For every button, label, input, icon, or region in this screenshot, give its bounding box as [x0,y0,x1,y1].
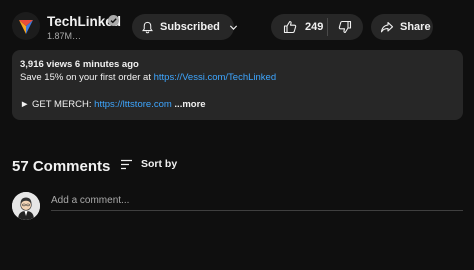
user-avatar [12,192,40,220]
sort-icon [120,159,133,170]
subscribed-label: Subscribed [160,21,220,33]
merch-text: ► GET MERCH: [20,99,95,110]
dislike-button[interactable] [328,20,362,34]
video-stats: 3,916 views 6 minutes ago [20,59,139,70]
description-line-promo: Save 15% on your first order at https://… [20,72,276,83]
channel-avatar[interactable] [12,12,40,40]
show-more-link[interactable]: ...more [174,99,205,110]
thumbs-down-icon [338,20,352,34]
share-label: Share [400,21,431,33]
techlinked-logo-icon [12,12,40,40]
like-button[interactable]: 249 [271,20,327,34]
subscriber-count: 1.87M… [47,31,82,41]
comment-input-underline [51,210,463,211]
sort-by-button[interactable]: Sort by [120,158,177,170]
like-count: 249 [305,21,324,33]
thumbs-up-icon [283,20,297,34]
share-button[interactable]: Share [371,14,433,40]
like-dislike-group: 249 [271,14,363,40]
subscribed-button[interactable]: Subscribed [132,14,237,40]
bell-icon [141,21,154,34]
description-line-merch: ► GET MERCH: https://lttstore.com ...mor… [20,99,206,110]
verified-badge-icon [108,15,119,26]
sort-by-label: Sort by [141,158,178,170]
user-avatar-image [12,192,40,220]
comments-count: 57 Comments [12,158,111,175]
share-arrow-icon [380,20,394,34]
lttstore-link[interactable]: https://lttstore.com [94,99,172,110]
vessi-link[interactable]: https://Vessi.com/TechLinked [154,72,277,83]
add-comment-input[interactable]: Add a comment... [51,195,129,206]
description-box[interactable]: 3,916 views 6 minutes ago Save 15% on yo… [12,50,463,120]
chevron-down-icon [229,23,238,32]
promo-text: Save 15% on your first order at [20,72,154,83]
